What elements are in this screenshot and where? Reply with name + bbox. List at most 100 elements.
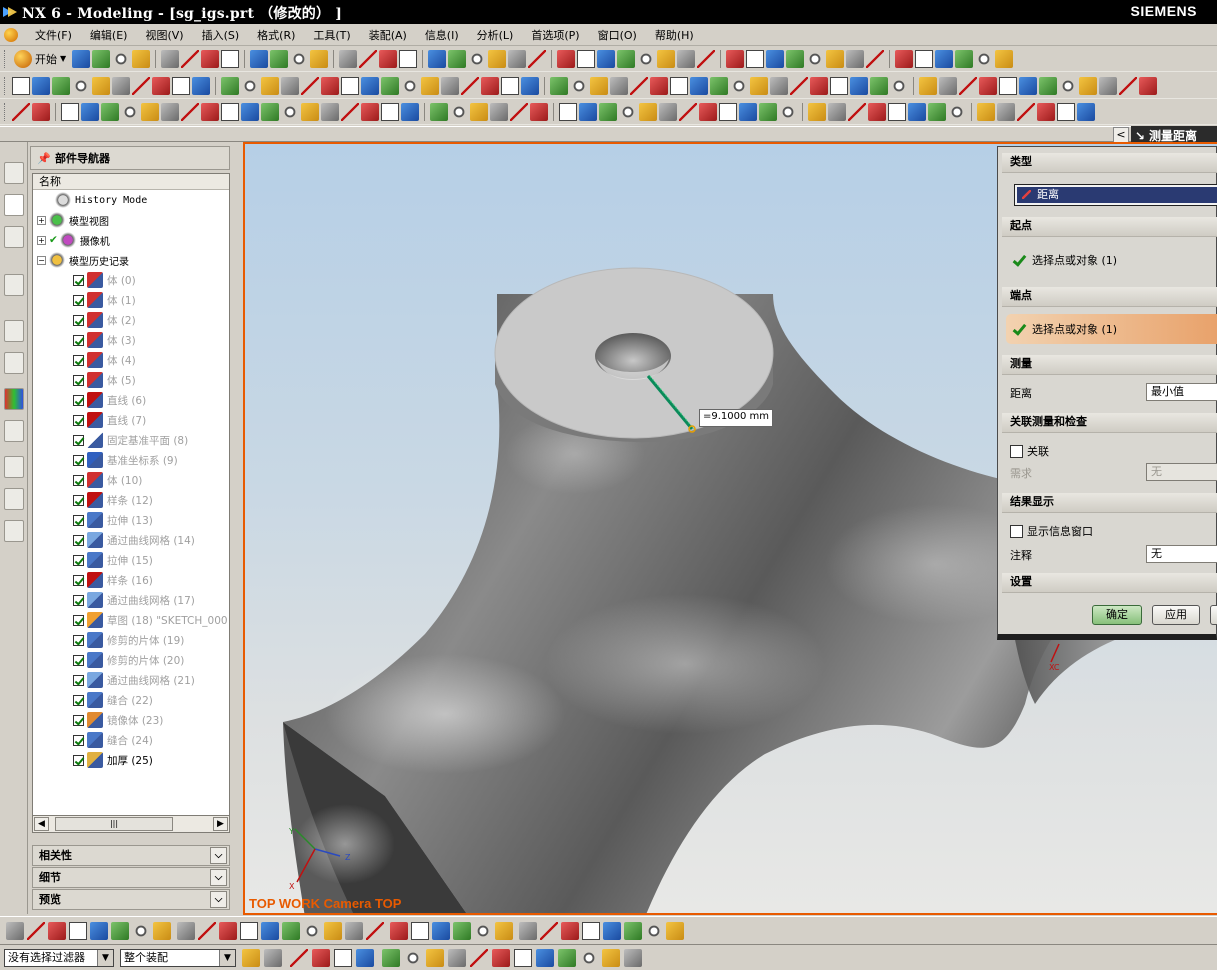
feature-checkbox[interactable] xyxy=(73,474,84,486)
view-tool-25-icon[interactable] xyxy=(540,921,558,940)
selection-tool-4-icon[interactable] xyxy=(334,948,352,967)
standard-tool-5-icon[interactable] xyxy=(181,49,200,68)
associative-row[interactable]: 关联 xyxy=(1010,443,1049,459)
view-tool-31-icon[interactable] xyxy=(666,921,684,940)
show-info-checkbox[interactable] xyxy=(1010,524,1023,538)
feature-tool-12-icon[interactable] xyxy=(261,102,279,121)
nav-item-model-view[interactable]: + 模型视图 xyxy=(33,210,229,230)
system-materials-icon[interactable] xyxy=(4,520,24,542)
curve-tool-40-icon[interactable] xyxy=(830,76,848,95)
curve-tool-11-icon[interactable] xyxy=(241,76,259,95)
standard-tool-32-icon[interactable] xyxy=(766,49,785,68)
standard-tool-36-icon[interactable] xyxy=(846,49,865,68)
requirement-select[interactable]: 无 xyxy=(1146,463,1217,481)
tab-prev-button[interactable]: < xyxy=(1112,127,1129,143)
menu-item-6[interactable]: 装配(A) xyxy=(360,27,416,43)
feature-tool-8-icon[interactable] xyxy=(181,102,199,121)
selection-tool-1-icon[interactable] xyxy=(264,948,282,967)
section-end-point[interactable]: 端点 xyxy=(1002,287,1217,307)
history-feature-row[interactable]: 体 (0) xyxy=(33,270,229,290)
curve-tool-43-icon[interactable] xyxy=(890,76,908,95)
curve-tool-22-icon[interactable] xyxy=(461,76,479,95)
feature-tool-16-icon[interactable] xyxy=(341,102,359,121)
feature-checkbox[interactable] xyxy=(73,414,84,426)
feature-tool-46-icon[interactable] xyxy=(977,102,995,121)
feature-tool-6-icon[interactable] xyxy=(141,102,159,121)
feature-tool-36-icon[interactable] xyxy=(759,102,777,121)
feature-checkbox[interactable] xyxy=(73,594,84,606)
standard-tool-29-icon[interactable] xyxy=(697,49,716,68)
standard-tool-16-icon[interactable] xyxy=(428,49,447,68)
view-tool-12-icon[interactable] xyxy=(261,921,279,940)
standard-tool-41-icon[interactable] xyxy=(955,49,974,68)
history-icon[interactable] xyxy=(4,320,24,342)
standard-tool-27-icon[interactable] xyxy=(657,49,676,68)
standard-tool-20-icon[interactable] xyxy=(508,49,527,68)
view-tool-1-icon[interactable] xyxy=(27,921,45,940)
curve-tool-36-icon[interactable] xyxy=(750,76,768,95)
feature-tool-40-icon[interactable] xyxy=(848,102,866,121)
view-tool-6-icon[interactable] xyxy=(132,921,150,940)
selection-tool-7-icon[interactable] xyxy=(404,948,422,967)
standard-tool-28-icon[interactable] xyxy=(677,49,696,68)
feature-checkbox[interactable] xyxy=(73,434,84,446)
view-tool-16-icon[interactable] xyxy=(345,921,363,940)
feature-checkbox[interactable] xyxy=(73,494,84,506)
standard-tool-4-icon[interactable] xyxy=(161,49,180,68)
feature-tool-20-icon[interactable] xyxy=(430,102,448,121)
section-type[interactable]: 类型 xyxy=(1002,153,1217,173)
feature-checkbox[interactable] xyxy=(73,574,84,586)
feature-tool-22-icon[interactable] xyxy=(470,102,488,121)
selection-tool-17-icon[interactable] xyxy=(624,948,642,967)
standard-tool-25-icon[interactable] xyxy=(617,49,636,68)
section-start-point[interactable]: 起点 xyxy=(1002,217,1217,237)
history-feature-row[interactable]: 缝合 (24) xyxy=(33,730,229,750)
view-tool-4-icon[interactable] xyxy=(90,921,108,940)
history-feature-row[interactable]: 镜像体 (23) xyxy=(33,710,229,730)
selection-tool-8-icon[interactable] xyxy=(426,948,444,967)
view-tool-8-icon[interactable] xyxy=(177,921,195,940)
show-info-row[interactable]: 显示信息窗口 xyxy=(1010,523,1093,539)
curve-tool-41-icon[interactable] xyxy=(850,76,868,95)
nav-item-clock[interactable]: History Mode xyxy=(33,190,229,210)
history-feature-row[interactable]: 直线 (6) xyxy=(33,390,229,410)
feature-checkbox[interactable] xyxy=(73,334,84,346)
history-feature-row[interactable]: 修剪的片体 (20) xyxy=(33,650,229,670)
curve-tool-3-icon[interactable] xyxy=(72,76,90,95)
menu-item-9[interactable]: 首选项(P) xyxy=(522,27,588,43)
menu-item-2[interactable]: 视图(V) xyxy=(136,27,192,43)
curve-tool-46-icon[interactable] xyxy=(959,76,977,95)
feature-tool-29-icon[interactable] xyxy=(619,102,637,121)
feature-checkbox[interactable] xyxy=(73,654,84,666)
menu-item-5[interactable]: 工具(T) xyxy=(304,27,359,43)
curve-tool-33-icon[interactable] xyxy=(690,76,708,95)
standard-tool-14-icon[interactable] xyxy=(379,49,398,68)
selection-tool-15-icon[interactable] xyxy=(580,948,598,967)
feature-checkbox[interactable] xyxy=(73,354,84,366)
curve-tool-7-icon[interactable] xyxy=(152,76,170,95)
menu-item-7[interactable]: 信息(I) xyxy=(416,27,468,43)
feature-tool-0-icon[interactable] xyxy=(12,102,30,121)
menu-item-4[interactable]: 格式(R) xyxy=(248,27,304,43)
menu-item-11[interactable]: 帮助(H) xyxy=(646,27,703,43)
feature-tool-2-icon[interactable] xyxy=(61,102,79,121)
feature-tool-35-icon[interactable] xyxy=(739,102,757,121)
curve-tool-6-icon[interactable] xyxy=(132,76,150,95)
view-tool-18-icon[interactable] xyxy=(390,921,408,940)
curve-tool-24-icon[interactable] xyxy=(501,76,519,95)
type-dropdown[interactable]: 距离 xyxy=(1014,184,1217,206)
curve-tool-12-icon[interactable] xyxy=(261,76,279,95)
view-tool-14-icon[interactable] xyxy=(303,921,321,940)
history-feature-row[interactable]: 通过曲线网格 (21) xyxy=(33,670,229,690)
curve-tool-51-icon[interactable] xyxy=(1059,76,1077,95)
history-feature-row[interactable]: 直线 (7) xyxy=(33,410,229,430)
feature-checkbox[interactable] xyxy=(73,674,84,686)
history-feature-row[interactable]: 拉伸 (15) xyxy=(33,550,229,570)
standard-tool-11-icon[interactable] xyxy=(310,49,329,68)
curve-tool-42-icon[interactable] xyxy=(870,76,888,95)
expand-icon[interactable]: + xyxy=(37,235,46,245)
feature-checkbox[interactable] xyxy=(73,714,84,726)
feature-checkbox[interactable] xyxy=(73,634,84,646)
feature-tool-48-icon[interactable] xyxy=(1017,102,1035,121)
curve-tool-48-icon[interactable] xyxy=(999,76,1017,95)
